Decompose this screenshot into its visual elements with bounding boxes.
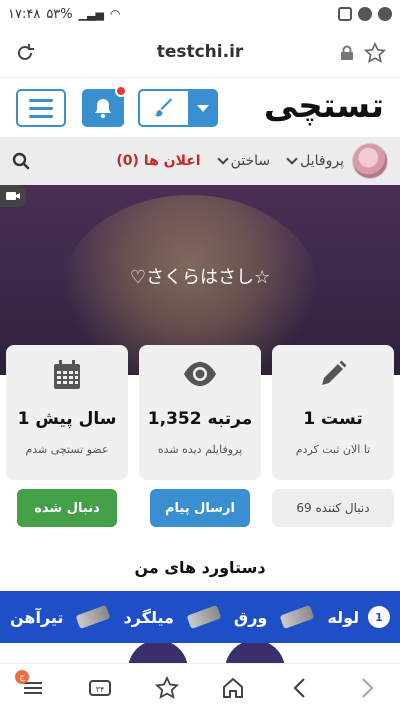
url-right-icons [340, 41, 386, 64]
chevron-left-icon [293, 677, 305, 698]
app-notif-icon-3 [378, 7, 392, 21]
stat-caption: تا الان ثبت کردم [295, 443, 371, 456]
status-bar: ۱۷:۴۸ ۵۳% ▁▃▅ ◠ [0, 0, 400, 28]
star-icon[interactable] [364, 41, 386, 64]
pipe-graphic [76, 604, 111, 630]
dropdown-caret-button[interactable] [188, 89, 218, 127]
notifications-button[interactable] [82, 85, 127, 127]
eye-icon [184, 362, 216, 386]
back-button[interactable] [280, 668, 320, 708]
ad-item: تیرآهن [10, 607, 64, 627]
battery-level: ۵۳% [46, 6, 73, 22]
chevron-down-icon [216, 153, 229, 165]
bookmark-star-icon [154, 675, 179, 699]
ad-item: لوله [327, 607, 360, 627]
followers-count-button[interactable]: 69 دنبال کننده [272, 489, 394, 527]
forward-button[interactable] [347, 668, 387, 708]
ad-item: ورق [233, 607, 268, 627]
video-icon [6, 192, 20, 200]
status-right [338, 7, 392, 21]
home-icon [223, 677, 244, 698]
site-header: تستچی [0, 80, 400, 136]
nav-profile[interactable]: پروفایل [286, 153, 344, 169]
follow-button[interactable]: دنبال شده [17, 489, 117, 527]
lock-icon [341, 45, 353, 60]
status-left: ۱۷:۴۸ ۵۳% ▁▃▅ ◠ [8, 7, 121, 22]
nav-announcements[interactable]: اعلان ها (0) [116, 153, 200, 169]
stat-value: 1 سال پیش [17, 409, 117, 429]
stat-value: 1,352 مرتبه [147, 409, 253, 429]
calendar-icon [54, 360, 80, 389]
send-message-button[interactable]: ارسال پیام [150, 489, 250, 527]
bell-icon [95, 99, 111, 119]
pipe-graphic [279, 604, 315, 630]
nav-create[interactable]: ساختن [216, 153, 271, 169]
chevron-down-icon [286, 153, 298, 165]
nav-profile-label: پروفایل [300, 153, 344, 169]
card-icon-wrap [139, 359, 261, 391]
stat-card-tests: 1 تست تا الان ثبت کردم [272, 345, 394, 480]
nav-create-label: ساختن [230, 153, 271, 169]
achievements-title: دستاورد های من [134, 558, 266, 577]
browser-menu-button[interactable]: ج [13, 668, 53, 708]
svg-text:۳۴: ۳۴ [96, 685, 105, 694]
url-left-icons [14, 42, 36, 64]
app-notif-icon-2 [358, 7, 372, 21]
bookmarks-button[interactable] [147, 668, 187, 708]
stat-caption: پروفایلم دیده شده [157, 443, 243, 456]
ad-banner[interactable]: 1 لوله ورق میلگرد تیرآهن [0, 591, 400, 643]
notification-dot [115, 85, 127, 97]
stat-card-views: 1,352 مرتبه پروفایلم دیده شده [139, 345, 261, 480]
chevron-right-icon [361, 677, 374, 698]
card-icon-wrap [272, 359, 394, 391]
pencil-icon [322, 360, 347, 385]
wifi-icon: ◠ [110, 7, 121, 21]
tabs-button[interactable]: ۳۴ [80, 668, 120, 708]
stat-caption: عضو تستچی شدم [25, 443, 109, 456]
menu-button[interactable] [16, 89, 66, 127]
browser-url-bar: testchi.ir [0, 28, 400, 78]
profile-nav-bar: پروفایل ساختن اعلان ها (0) [0, 137, 400, 185]
tabs-icon: ۳۴ [88, 679, 111, 696]
ad-items: لوله ورق میلگرد تیرآهن [10, 604, 360, 630]
site-logo[interactable]: تستچی [264, 86, 385, 126]
card-icon-wrap [6, 359, 128, 391]
pipe-graphic [186, 604, 222, 630]
stat-card-membership: 1 سال پیش عضو تستچی شدم [6, 345, 128, 480]
brush-button[interactable] [138, 89, 188, 127]
app-notif-icon [338, 7, 352, 21]
ad-number-badge: 1 [368, 606, 390, 628]
home-button[interactable] [213, 668, 253, 708]
hamburger-line [29, 114, 53, 118]
video-chip[interactable] [0, 185, 26, 207]
hamburger-line [29, 106, 53, 110]
reload-icon[interactable] [14, 42, 36, 64]
clock: ۱۷:۴۸ [8, 6, 41, 22]
search-icon [12, 152, 30, 170]
nav-announcements-label: اعلان ها (0) [116, 153, 201, 169]
ad-item: میلگرد [123, 607, 174, 627]
stat-value: 1 تست [303, 409, 363, 429]
menu-badge: ج [15, 669, 30, 684]
create-dropdown[interactable] [138, 89, 218, 127]
search-button[interactable] [12, 152, 30, 170]
browser-bottom-nav: ج ۳۴ [0, 663, 400, 711]
brush-icon [155, 98, 172, 117]
avatar[interactable] [352, 143, 388, 179]
profile-name: ♡さくらはさし☆ [129, 267, 271, 288]
signal-icon: ▁▃▅ [78, 7, 105, 21]
hamburger-line [29, 98, 53, 102]
